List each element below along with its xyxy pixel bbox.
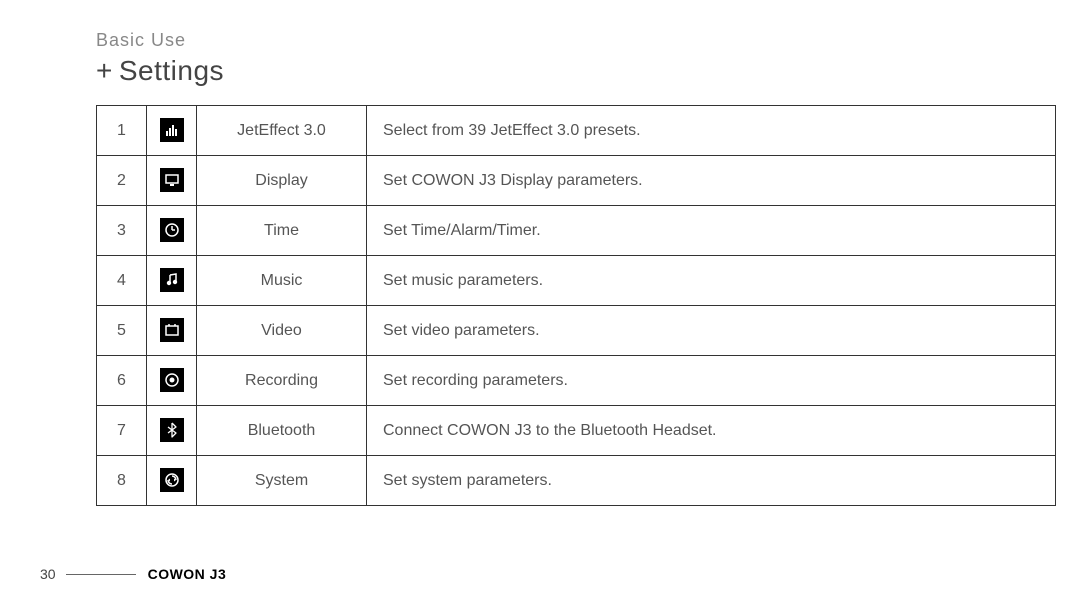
row-label: Video xyxy=(197,306,367,356)
breadcrumb: Basic Use xyxy=(96,30,1030,51)
row-icon-cell xyxy=(147,406,197,456)
heading-text: Settings xyxy=(119,55,224,86)
heading-plus: + xyxy=(96,55,113,86)
row-description: Set Time/Alarm/Timer. xyxy=(367,206,1056,256)
row-label: Time xyxy=(197,206,367,256)
time-icon xyxy=(160,218,184,242)
row-icon-cell xyxy=(147,356,197,406)
table-row: 3 TimeSet Time/Alarm/Timer. xyxy=(97,206,1056,256)
row-number: 3 xyxy=(97,206,147,256)
row-label: JetEffect 3.0 xyxy=(197,106,367,156)
row-description: Set video parameters. xyxy=(367,306,1056,356)
row-label: Recording xyxy=(197,356,367,406)
table-row: 8 SystemSet system parameters. xyxy=(97,456,1056,506)
row-icon-cell xyxy=(147,456,197,506)
row-label: Music xyxy=(197,256,367,306)
music-icon xyxy=(160,268,184,292)
page-footer: 30 COWON J3 xyxy=(40,566,226,582)
row-description: Set COWON J3 Display parameters. xyxy=(367,156,1056,206)
row-number: 6 xyxy=(97,356,147,406)
row-number: 1 xyxy=(97,106,147,156)
row-label: Display xyxy=(197,156,367,206)
page-title: +Settings xyxy=(96,55,1030,87)
table-row: 1 JetEffect 3.0Select from 39 JetEffect 3… xyxy=(97,106,1056,156)
table-row: 4 MusicSet music parameters. xyxy=(97,256,1056,306)
table-row: 5 VideoSet video parameters. xyxy=(97,306,1056,356)
footer-rule xyxy=(66,574,136,575)
row-icon-cell xyxy=(147,256,197,306)
table-row: 6 RecordingSet recording parameters. xyxy=(97,356,1056,406)
row-number: 7 xyxy=(97,406,147,456)
product-name: COWON J3 xyxy=(148,566,227,582)
jeteffect-icon xyxy=(160,118,184,142)
row-description: Set system parameters. xyxy=(367,456,1056,506)
row-number: 5 xyxy=(97,306,147,356)
row-number: 2 xyxy=(97,156,147,206)
table-row: 7 BluetoothConnect COWON J3 to the Blueto… xyxy=(97,406,1056,456)
bluetooth-icon xyxy=(160,418,184,442)
row-label: Bluetooth xyxy=(197,406,367,456)
row-description: Connect COWON J3 to the Bluetooth Headse… xyxy=(367,406,1056,456)
row-icon-cell xyxy=(147,106,197,156)
row-number: 8 xyxy=(97,456,147,506)
row-description: Set recording parameters. xyxy=(367,356,1056,406)
row-label: System xyxy=(197,456,367,506)
video-icon xyxy=(160,318,184,342)
table-row: 2 DisplaySet COWON J3 Display parameters. xyxy=(97,156,1056,206)
page-number: 30 xyxy=(40,566,56,582)
display-icon xyxy=(160,168,184,192)
system-icon xyxy=(160,468,184,492)
recording-icon xyxy=(160,368,184,392)
row-number: 4 xyxy=(97,256,147,306)
row-icon-cell xyxy=(147,156,197,206)
row-description: Select from 39 JetEffect 3.0 presets. xyxy=(367,106,1056,156)
row-description: Set music parameters. xyxy=(367,256,1056,306)
settings-table: 1 JetEffect 3.0Select from 39 JetEffect 3… xyxy=(96,105,1056,506)
row-icon-cell xyxy=(147,206,197,256)
row-icon-cell xyxy=(147,306,197,356)
